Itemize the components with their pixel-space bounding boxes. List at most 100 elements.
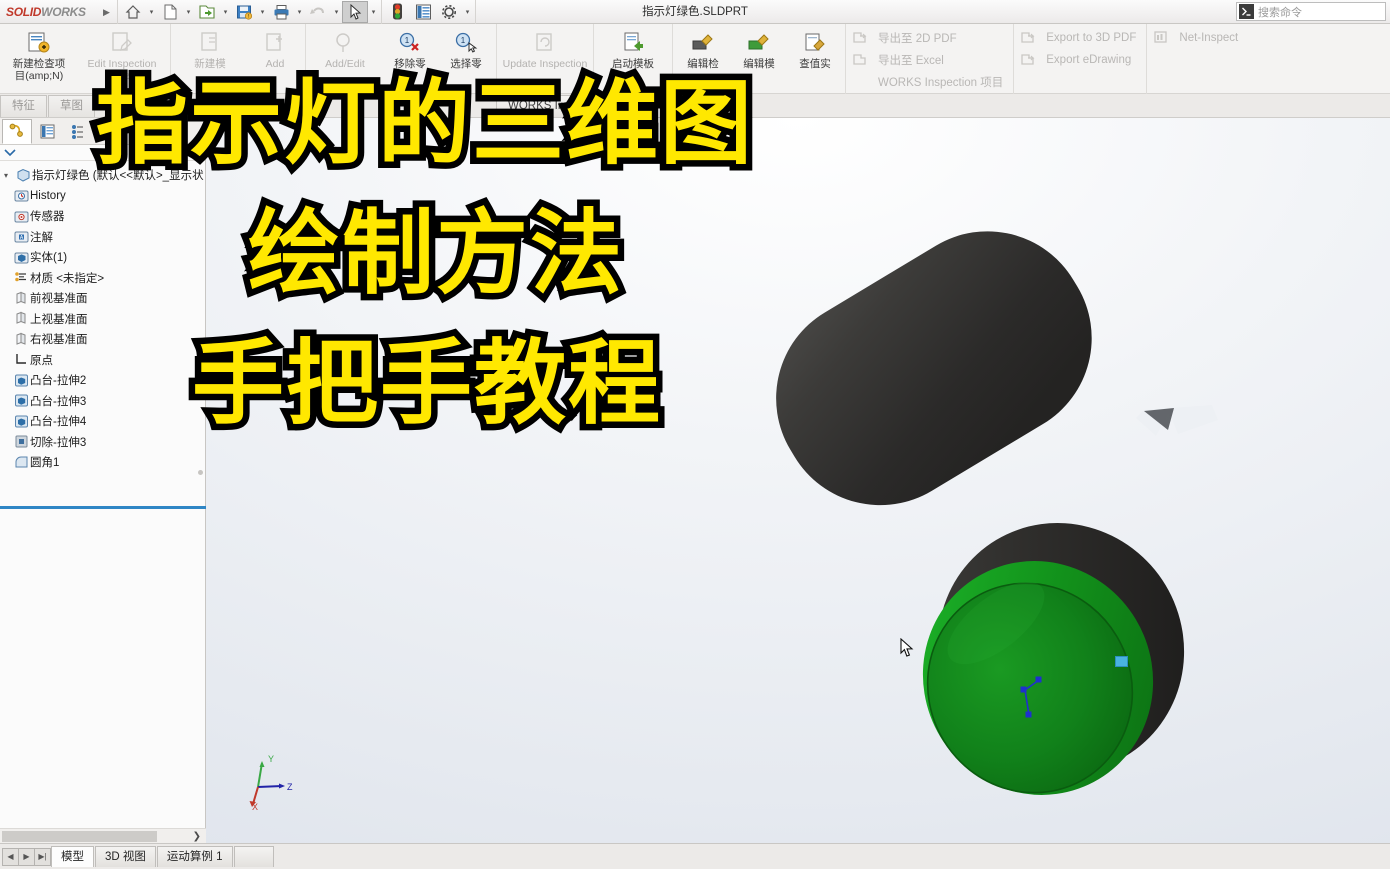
rebuild-icon[interactable] — [384, 1, 410, 23]
tree-node-solid-bodies[interactable]: 实体(1) — [2, 247, 205, 268]
new-document-icon[interactable] — [157, 1, 183, 23]
print-caret-icon[interactable]: ▾ — [294, 1, 305, 23]
add-button[interactable]: Add — [247, 27, 303, 89]
edit-inspection-icon — [109, 30, 135, 56]
nav-last-icon[interactable]: ▶| — [34, 847, 51, 866]
tree-node-right-plane[interactable]: 右视基准面 — [2, 329, 205, 350]
home-icon[interactable] — [120, 1, 146, 23]
tree-node-material[interactable]: 材质 <未指定> — [2, 268, 205, 289]
plane-icon — [12, 332, 30, 347]
undo-caret-icon[interactable]: ▾ — [331, 1, 342, 23]
ribbon-group-edit-tools: 编辑检 编辑模 查值实 — [673, 24, 846, 94]
configuration-manager-tab[interactable] — [62, 119, 92, 144]
feature-manager-tab[interactable] — [2, 118, 32, 144]
plane-icon — [12, 291, 30, 306]
annotations-icon: A — [12, 229, 30, 244]
tab-solidworks-inspection[interactable]: WORKS Inspection — [496, 95, 620, 117]
nav-first-icon[interactable]: ◀ — [2, 847, 19, 866]
tab-sketch[interactable]: 草图 — [48, 95, 95, 117]
graphics-viewport[interactable]: Y Z X — [206, 118, 1390, 843]
scrollbar-thumb[interactable] — [2, 830, 157, 842]
property-manager-tab[interactable] — [32, 119, 62, 144]
new-inspection-project-button[interactable]: 新建检查项 目(amp;N) — [2, 27, 76, 89]
tree-roll-back-handle[interactable] — [198, 470, 203, 475]
edit-inspection-label-1: Edit Inspection — [87, 58, 157, 70]
tab-navigation-arrows[interactable]: ◀ ▶ ▶| — [2, 847, 51, 866]
ribbon-group-export-1: 导出至 2D PDF 导出至 Excel WORKS Inspection 项目 — [846, 24, 1015, 94]
boss-extrude-icon — [12, 414, 30, 429]
search-commands-box[interactable]: 搜索命令 — [1236, 2, 1386, 21]
filter-arrow-icon — [4, 148, 16, 156]
home-caret-icon[interactable]: ▾ — [146, 1, 157, 23]
update-inspection-button[interactable]: Update Inspection — [499, 27, 591, 89]
nav-next-icon[interactable]: ▶ — [18, 847, 35, 866]
tree-node-origin[interactable]: 原点 — [2, 350, 205, 371]
search-input-text[interactable]: 搜索命令 — [1258, 4, 1302, 20]
tree-expander-icon[interactable]: ▾ — [4, 171, 14, 180]
file-properties-icon[interactable] — [410, 1, 436, 23]
new-document-caret-icon[interactable]: ▾ — [183, 1, 194, 23]
select-caret-icon[interactable]: ▾ — [368, 1, 379, 23]
tab-features[interactable]: 特征 — [0, 95, 47, 117]
tree-node-annotations[interactable]: A 注解 — [2, 227, 205, 248]
net-inspect-icon — [1153, 30, 1173, 46]
triad-x-label: X — [252, 802, 258, 811]
bottom-tab-model[interactable]: 模型 — [51, 846, 94, 867]
open-document-caret-icon[interactable]: ▾ — [220, 1, 231, 23]
model-3d-render[interactable] — [206, 118, 1390, 843]
edit-inspection-project-button[interactable]: Edit Inspection Project — [76, 27, 168, 89]
scroll-right-arrow-icon[interactable]: ❯ — [193, 831, 201, 842]
tree-node-top-plane[interactable]: 上视基准面 — [2, 309, 205, 330]
select-icon[interactable] — [342, 0, 368, 23]
add-edit-icon — [332, 30, 358, 56]
options-caret-icon[interactable]: ▾ — [462, 1, 473, 23]
save-caret-icon[interactable]: ▾ — [257, 1, 268, 23]
edit-template-button[interactable]: 编辑模 — [731, 27, 787, 89]
edit-check-button[interactable]: 编辑检 — [675, 27, 731, 89]
tree-node-history[interactable]: History — [2, 186, 205, 207]
export-2d-pdf-item[interactable]: 导出至 2D PDF — [852, 30, 957, 46]
add-edit-balloon-button[interactable]: Add/Edit — [308, 27, 382, 89]
tree-node-cut-extrude-3[interactable]: 切除-拉伸3 — [2, 432, 205, 453]
remove-balloon-label: 移除零 — [394, 58, 426, 70]
tree-node-boss-extrude-4[interactable]: 凸台-拉伸4 — [2, 411, 205, 432]
body-notch — [1136, 405, 1218, 436]
open-document-icon[interactable] — [194, 1, 220, 23]
tree-label-boss-extrude-3: 凸台-拉伸3 — [30, 395, 87, 408]
ribbon-group-export-2: Export to 3D PDF Export eDrawing — [1014, 24, 1148, 94]
tree-label-fillet-1: 圆角1 — [30, 457, 60, 470]
tree-horizontal-scrollbar[interactable]: ❯ — [0, 828, 206, 843]
menu-expand-chevron-icon[interactable]: ▶ — [96, 0, 118, 24]
edit-check-label: 编辑检 — [687, 58, 719, 70]
export-edrawing-item[interactable]: Export eDrawing — [1020, 52, 1131, 68]
tree-node-fillet-1[interactable]: 圆角1 — [2, 452, 205, 473]
select-balloon-icon: 1 — [453, 30, 479, 56]
tree-node-front-plane[interactable]: 前视基准面 — [2, 288, 205, 309]
undo-icon[interactable] — [305, 1, 331, 23]
launch-template-button[interactable]: 启动模板 — [596, 27, 670, 89]
options-gear-icon[interactable] — [436, 1, 462, 23]
tree-label-right-plane: 右视基准面 — [30, 334, 88, 347]
bottom-tab-blank[interactable] — [233, 846, 274, 867]
solidworks-window: SOLIDWORKS ▶ ▾ ▾ ▾ ! ▾ ▾ ▾ ▾ ▾ 指示灯绿色.SLD… — [0, 0, 1390, 869]
update-inspection-icon — [532, 30, 558, 56]
bottom-tab-3d-views[interactable]: 3D 视图 — [95, 846, 156, 867]
remove-balloon-button[interactable]: 1 移除零 — [382, 27, 438, 89]
coordinate-triad: Y Z X — [242, 747, 302, 812]
tab-active-blank[interactable] — [620, 95, 681, 117]
tree-node-boss-extrude-2[interactable]: 凸台-拉伸2 — [2, 370, 205, 391]
net-inspect-item[interactable]: Net-Inspect — [1153, 30, 1238, 46]
print-icon[interactable] — [268, 1, 294, 23]
save-icon[interactable]: ! — [231, 1, 257, 23]
inspection-project-item[interactable]: WORKS Inspection 项目 — [852, 74, 1003, 90]
select-balloon-button[interactable]: 1 选择零 — [438, 27, 494, 89]
new-template-button[interactable]: 新建模 — [173, 27, 247, 89]
tree-node-boss-extrude-3[interactable]: 凸台-拉伸3 — [2, 391, 205, 412]
tree-node-sensors[interactable]: 传感器 — [2, 206, 205, 227]
bottom-tab-motion-study[interactable]: 运动算例 1 — [156, 846, 233, 867]
export-excel-item[interactable]: 导出至 Excel — [852, 52, 944, 68]
verify-button[interactable]: 查值实 — [787, 27, 843, 89]
tree-node-root[interactable]: ▾ 指示灯绿色 (默认<<默认>_显示状 — [2, 165, 205, 186]
export-3d-pdf-item[interactable]: Export to 3D PDF — [1020, 30, 1136, 46]
new-inspection-icon — [26, 30, 52, 56]
